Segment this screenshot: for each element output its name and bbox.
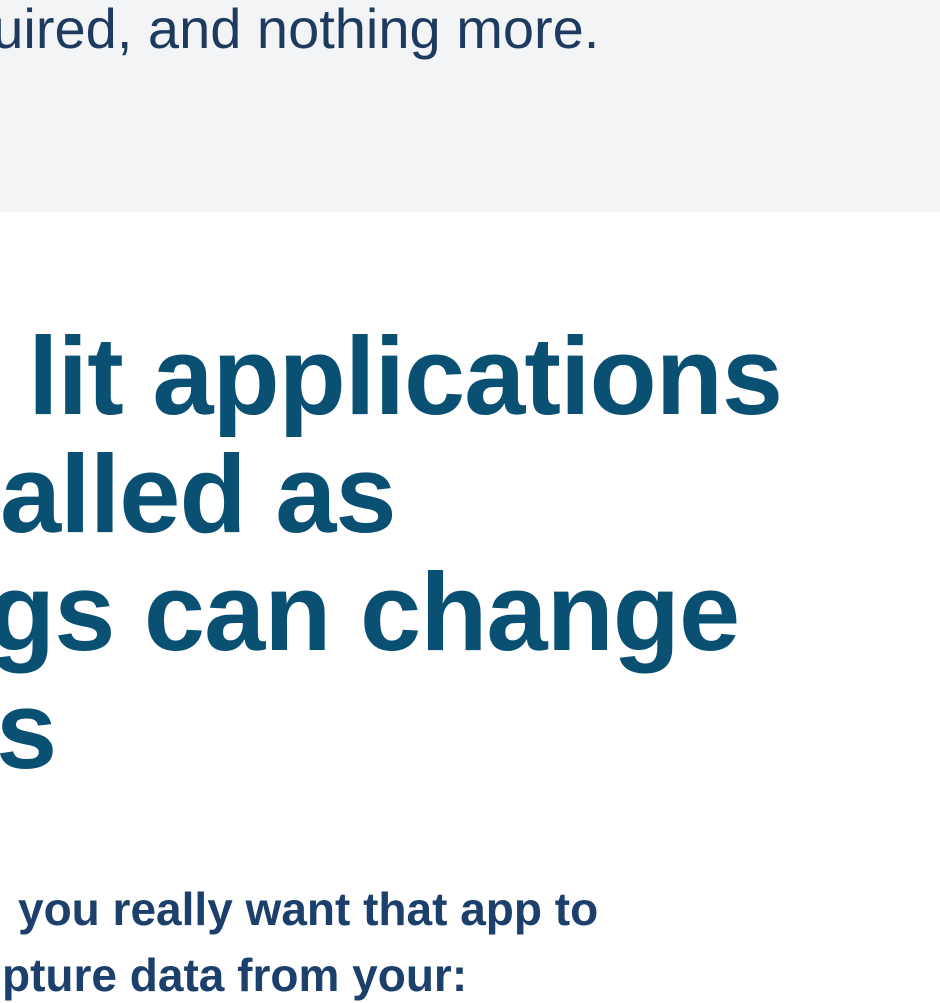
- heading-line-1: lit applications: [28, 315, 783, 438]
- intro-text: equired, and nothing more.: [0, 0, 600, 60]
- heading-line-3: gs can change: [0, 551, 740, 674]
- intro-band: equired, and nothing more.: [0, 0, 940, 212]
- page: equired, and nothing more. lit applicati…: [0, 0, 940, 1003]
- section-subheading: you really want that app to pture data f…: [0, 876, 598, 1003]
- section-heading: lit applications alled as gs can change …: [0, 315, 783, 792]
- heading-line-4: s: [0, 669, 57, 792]
- subheading-line-1: you really want that app to: [18, 883, 599, 935]
- heading-line-2: alled as: [0, 433, 397, 556]
- subheading-line-2: pture data from your:: [2, 949, 468, 1001]
